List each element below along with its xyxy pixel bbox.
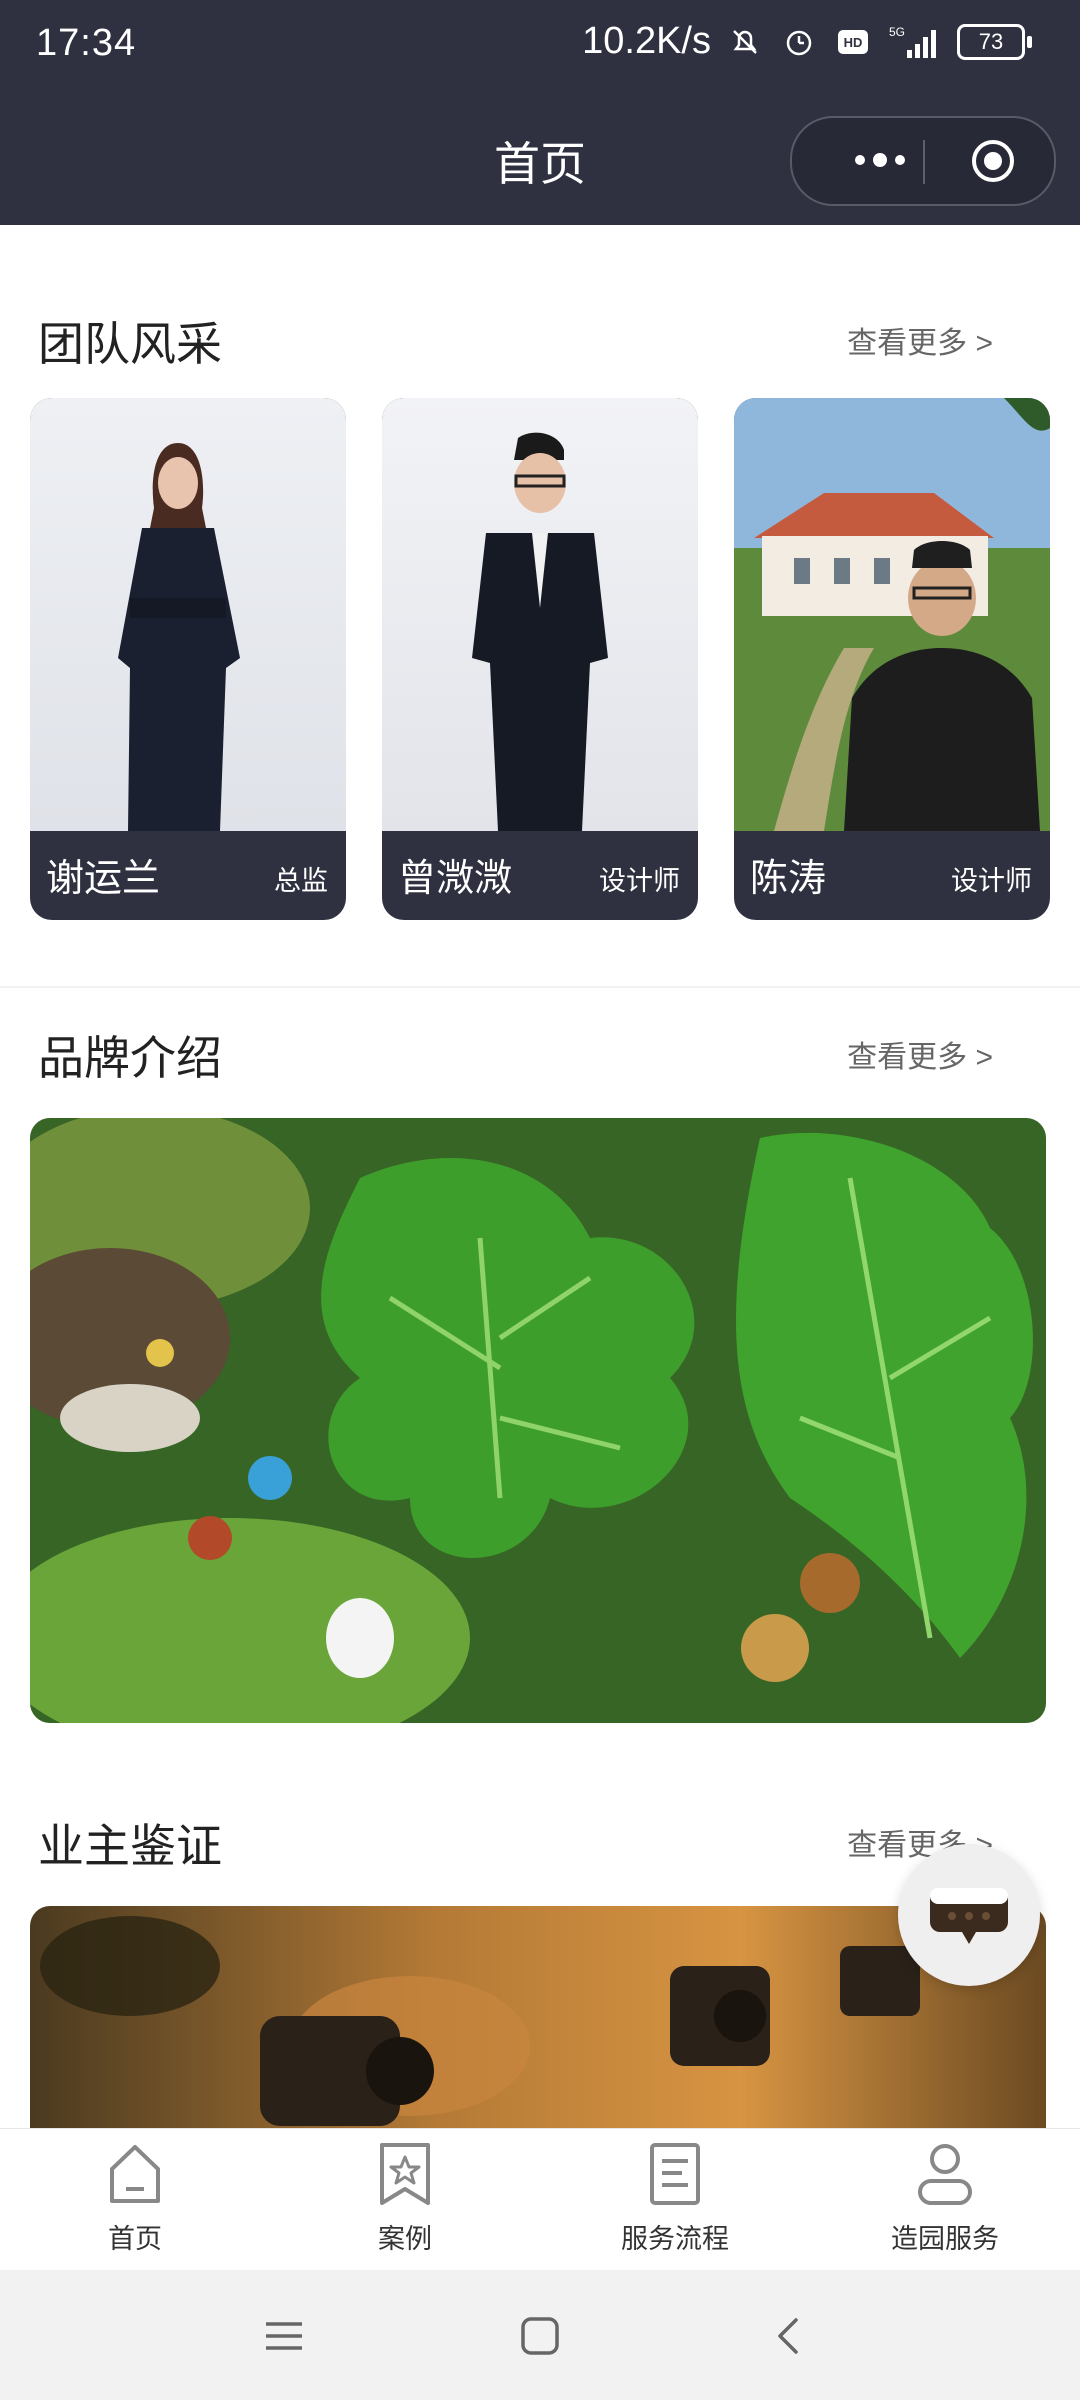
- floating-chat-button[interactable]: [898, 1844, 1040, 1986]
- team-member-name: 曾溦溦: [398, 858, 513, 900]
- team-member-photo: [382, 398, 698, 831]
- tab-garden-service[interactable]: 造园服务: [845, 2139, 1045, 2267]
- team-section-header: 团队风采 查看更多 >: [38, 308, 1038, 370]
- team-card[interactable]: 曾溦溦 设计师: [382, 398, 698, 920]
- tab-label: 案例: [378, 2224, 432, 2254]
- svg-text:HD: HD: [844, 35, 863, 50]
- team-member-role: 设计师: [599, 866, 680, 896]
- tab-label: 首页: [108, 2224, 162, 2254]
- team-card[interactable]: 谢运兰 总监: [30, 398, 346, 920]
- battery-icon: 73: [957, 23, 1032, 60]
- owners-title: 业主鉴证: [38, 1820, 222, 1872]
- back-icon[interactable]: [768, 2314, 812, 2358]
- team-more-link[interactable]: 查看更多 >: [847, 318, 993, 362]
- section-divider: [0, 986, 1080, 988]
- team-title: 团队风采: [38, 318, 222, 370]
- team-member-photo: [734, 398, 1050, 831]
- document-icon: [650, 2143, 700, 2205]
- status-time: 17:34: [36, 22, 137, 64]
- garden-plants-image: [30, 1118, 1046, 1723]
- tab-home[interactable]: 首页: [35, 2139, 235, 2267]
- mute-bell-icon: [725, 22, 765, 62]
- tab-cases[interactable]: 案例: [305, 2139, 505, 2267]
- battery-level: 73: [957, 23, 1025, 60]
- home-icon: [110, 2145, 160, 2203]
- team-member-photo: [30, 398, 346, 831]
- hd-icon: HD: [833, 22, 873, 62]
- owners-section-header: 业主鉴证 查看更多 >: [38, 1810, 1038, 1872]
- team-member-role: 设计师: [951, 866, 1032, 896]
- brand-banner-image[interactable]: [30, 1118, 1046, 1723]
- tab-label: 造园服务: [891, 2224, 999, 2254]
- 5g-signal-icon: 5G: [887, 22, 943, 62]
- bottom-tab-bar: 首页 案例 服务流程 造园服务: [0, 2128, 1080, 2271]
- brand-title: 品牌介绍: [38, 1032, 222, 1084]
- chat-bubble-icon: [930, 1888, 1008, 1944]
- target-circle-icon[interactable]: [970, 138, 1016, 184]
- system-nav-bar: [0, 2270, 1080, 2400]
- tab-label: 服务流程: [621, 2224, 729, 2254]
- team-card[interactable]: 陈涛 设计师: [734, 398, 1050, 920]
- team-member-name: 陈涛: [750, 858, 827, 900]
- mini-program-capsule: [790, 116, 1056, 206]
- svg-text:5G: 5G: [889, 25, 905, 39]
- alarm-icon: [779, 22, 819, 62]
- app-header: 17:34 10.2K/s HD 5G 73 首页: [0, 0, 1080, 225]
- brand-more-link[interactable]: 查看更多 >: [847, 1032, 993, 1076]
- stone-wall-image: [30, 1906, 1046, 2136]
- star-bookmark-icon: [380, 2143, 430, 2205]
- owner-testimonial-image[interactable]: [30, 1906, 1046, 2136]
- more-dots-icon[interactable]: [830, 140, 930, 180]
- tab-service-process[interactable]: 服务流程: [575, 2139, 775, 2267]
- team-member-name: 谢运兰: [46, 858, 161, 900]
- network-speed: 10.2K/s: [582, 20, 711, 62]
- home-square-icon[interactable]: [518, 2314, 562, 2358]
- capsule-divider: [923, 140, 925, 184]
- team-member-role: 总监: [274, 866, 328, 896]
- status-icons: 10.2K/s HD 5G 73: [582, 20, 1032, 63]
- user-icon: [918, 2144, 972, 2205]
- brand-section-header: 品牌介绍 查看更多 >: [38, 1022, 1038, 1084]
- menu-icon[interactable]: [262, 2314, 306, 2358]
